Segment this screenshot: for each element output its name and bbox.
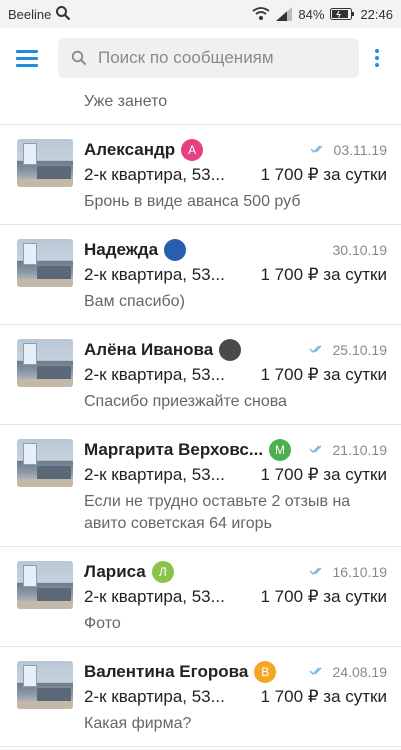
listing-price: 1 700 ₽ за сутки xyxy=(260,465,388,484)
avatar xyxy=(164,239,187,261)
clock: 22:46 xyxy=(360,6,393,22)
listing-title: 2-к квартира, 53... xyxy=(84,365,225,384)
wifi-icon xyxy=(252,7,270,21)
listing-info: 2-к квартира, 53... 1 700 ₽ за сутки xyxy=(84,363,387,387)
conversation-header: Александр А 03.11.19 xyxy=(84,139,387,161)
status-left: Beeline xyxy=(8,5,71,24)
listing-info: 2-к квартира, 53... 1 700 ₽ за сутки xyxy=(84,585,387,609)
listing-thumbnail xyxy=(17,561,73,609)
conversation-header: Надежда 30.10.19 xyxy=(84,239,387,261)
message-preview: Какая фирма? xyxy=(84,715,192,732)
listing-thumbnail xyxy=(17,439,73,487)
avatar xyxy=(219,339,242,361)
message-preview: Бронь в виде аванса 500 руб xyxy=(84,193,301,210)
top-bar xyxy=(0,28,401,88)
message-preview: Уже зането xyxy=(84,93,168,110)
double-check-icon xyxy=(309,441,327,459)
listing-thumbnail xyxy=(17,661,73,709)
conversation-item[interactable]: Александр А 03.11.19 2-к квартира, 53... 1 7… xyxy=(0,125,401,225)
avatar: М xyxy=(269,439,292,461)
status-right: 84% 22:46 xyxy=(252,7,393,22)
conversation-item[interactable]: Валентина Егорова В 24.08.19 2-к квартира, … xyxy=(0,647,401,747)
listing-info: 2-к квартира, 53... 1 700 ₽ за сутки xyxy=(84,163,387,187)
conversation-item[interactable]: Надежда 30.10.19 2-к квартира, 53... 1 700 … xyxy=(0,225,401,325)
carrier-name: Beeline xyxy=(8,6,52,22)
message-preview: Фото xyxy=(84,615,121,632)
avatar: А xyxy=(181,139,204,161)
listing-price: 1 700 ₽ за сутки xyxy=(260,165,388,184)
conversation-list: Александр А 03.11.19 2-к квартира, 53... 1 7… xyxy=(0,125,401,747)
listing-info: 2-к квартира, 53... 1 700 ₽ за сутки xyxy=(84,463,387,487)
conversation-item[interactable]: Маргарита Верховс... М 21.10.19 2-к квартир… xyxy=(0,425,401,547)
message-preview: Спасибо приезжайте снова xyxy=(84,393,287,410)
status-bar: Beeline 84% 22:46 xyxy=(0,0,401,28)
listing-thumbnail xyxy=(17,139,73,187)
message-date: 21.10.19 xyxy=(332,442,388,458)
double-check-icon xyxy=(309,563,327,581)
listing-thumbnail xyxy=(17,239,73,287)
avatar: Л xyxy=(151,561,174,583)
contact-name: Лариса xyxy=(84,562,146,581)
listing-title: 2-к квартира, 53... xyxy=(84,687,225,706)
listing-title: 2-к квартира, 53... xyxy=(84,587,225,606)
listing-info: 2-к квартира, 53... 1 700 ₽ за сутки xyxy=(84,685,387,709)
status-search-icon xyxy=(55,5,71,24)
hamburger-menu-icon[interactable] xyxy=(16,43,46,73)
more-vertical-icon[interactable] xyxy=(367,43,387,73)
message-date: 03.11.19 xyxy=(333,142,387,158)
listing-title: 2-к квартира, 53... xyxy=(84,165,225,184)
message-date: 30.10.19 xyxy=(332,242,388,258)
contact-name: Алёна Иванова xyxy=(84,340,214,359)
search-box[interactable] xyxy=(58,38,359,78)
double-check-icon xyxy=(309,341,327,359)
contact-name: Валентина Егорова xyxy=(84,662,249,681)
listing-price: 1 700 ₽ за сутки xyxy=(260,687,388,706)
avatar: В xyxy=(254,661,277,683)
signal-icon xyxy=(276,7,293,21)
listing-price: 1 700 ₽ за сутки xyxy=(260,365,388,384)
conversation-header: Лариса Л 16.10.19 xyxy=(84,561,387,583)
message-preview: Вам спасибо) xyxy=(84,293,185,310)
double-check-icon xyxy=(310,141,328,159)
list-item-previous[interactable]: Уже зането xyxy=(0,88,401,125)
message-preview: Если не трудно оставьте 2 отзыв на авито… xyxy=(84,493,351,532)
conversation-item[interactable]: Алёна Иванова 25.10.19 2-к квартира, 53...… xyxy=(0,325,401,425)
conversation-item[interactable]: Лариса Л 16.10.19 2-к квартира, 53... 1 700 … xyxy=(0,547,401,647)
conversation-header: Алёна Иванова 25.10.19 xyxy=(84,339,387,361)
message-date: 24.08.19 xyxy=(332,664,388,680)
contact-name: Надежда xyxy=(84,240,159,259)
search-icon xyxy=(70,49,88,67)
search-input[interactable] xyxy=(98,48,347,68)
battery-icon xyxy=(330,8,355,20)
listing-price: 1 700 ₽ за сутки xyxy=(260,265,388,284)
contact-name: Александр xyxy=(84,140,176,159)
listing-info: 2-к квартира, 53... 1 700 ₽ за сутки xyxy=(84,263,387,287)
conversation-header: Валентина Егорова В 24.08.19 xyxy=(84,661,387,683)
message-date: 16.10.19 xyxy=(332,564,388,580)
battery-level: 84% xyxy=(298,6,325,22)
message-date: 25.10.19 xyxy=(332,342,388,358)
conversation-header: Маргарита Верховс... М 21.10.19 xyxy=(84,439,387,461)
listing-title: 2-к квартира, 53... xyxy=(84,265,225,284)
contact-name: Маргарита Верховс... xyxy=(84,440,264,459)
listing-thumbnail xyxy=(17,339,73,387)
listing-price: 1 700 ₽ за сутки xyxy=(260,587,388,606)
double-check-icon xyxy=(309,663,327,681)
listing-title: 2-к квартира, 53... xyxy=(84,465,225,484)
